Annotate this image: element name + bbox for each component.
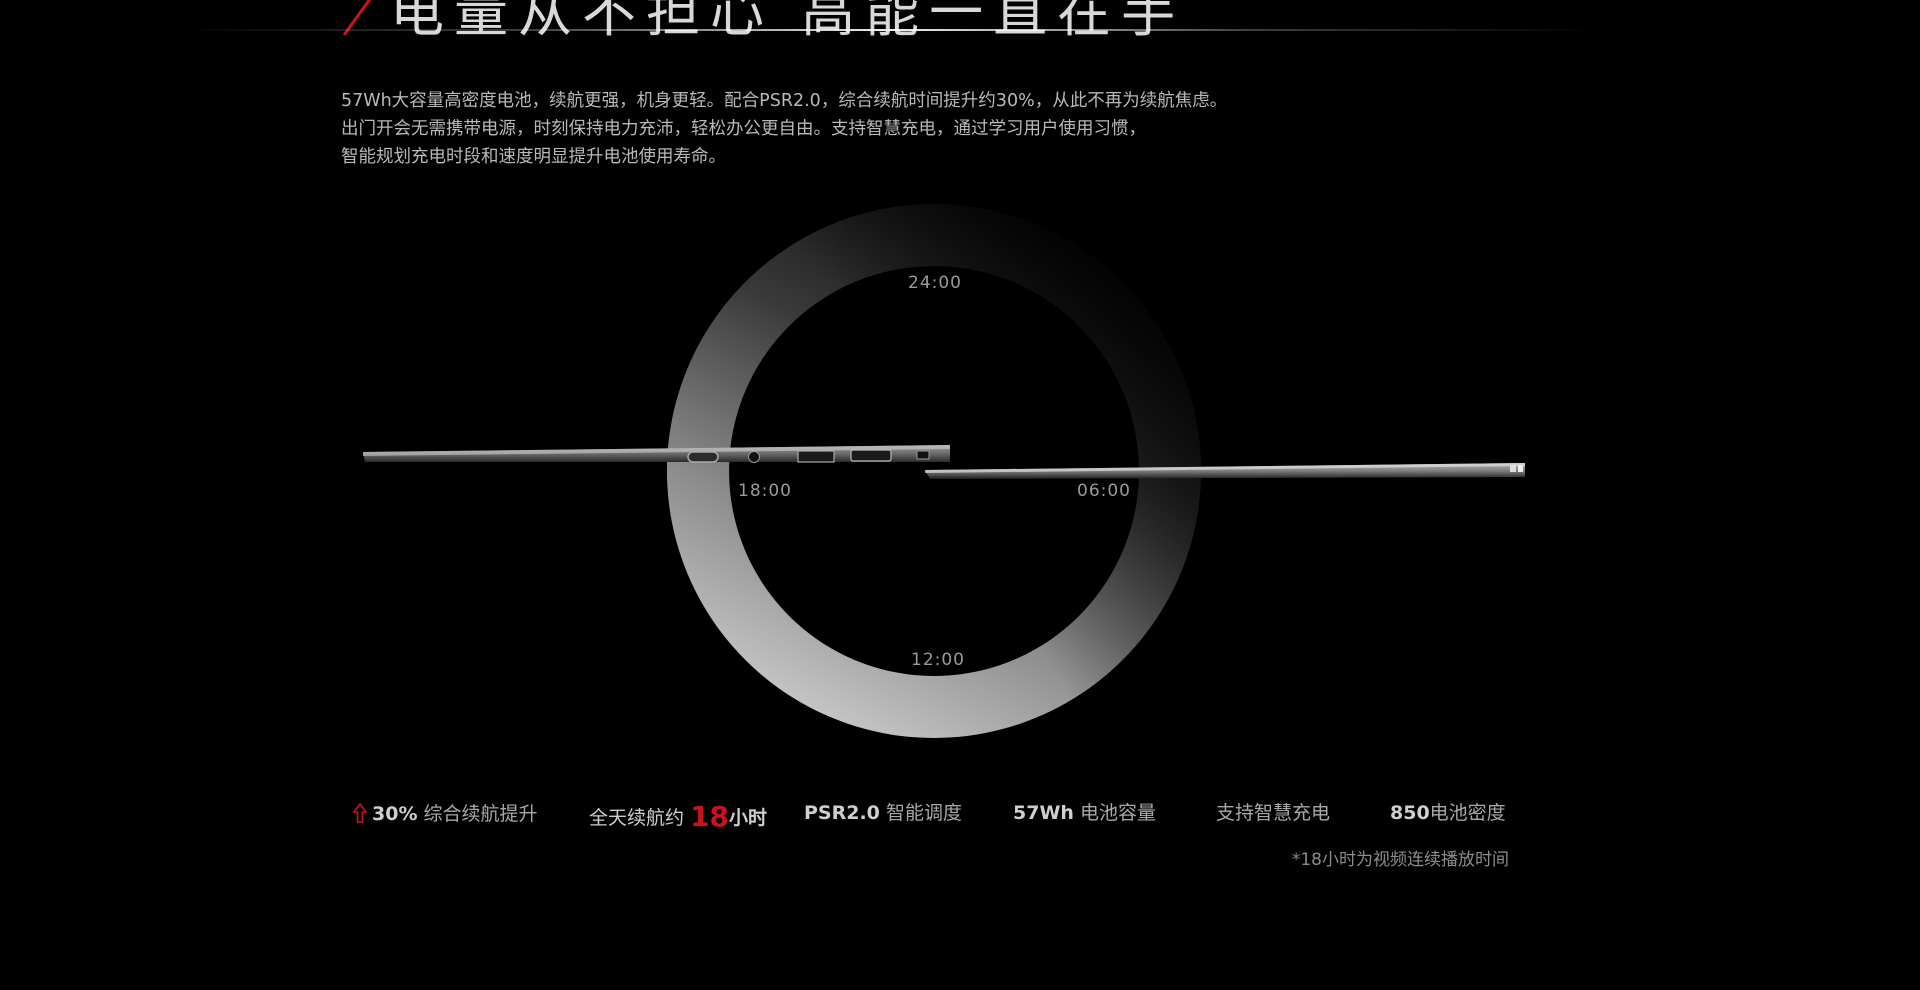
stat-all-day: 全天续航约 18小时 xyxy=(589,798,768,833)
stat-capacity-label: 电池容量 xyxy=(1079,802,1156,824)
ring-label-12: 12:00 xyxy=(911,650,965,670)
ring-label-24: 24:00 xyxy=(908,273,962,293)
stat-psr: PSR2.0 智能调度 xyxy=(804,798,962,825)
stat-battery-boost: 30% 综合续航提升 xyxy=(352,798,538,826)
laptop-base xyxy=(925,463,1525,479)
stat-psr-label: 智能调度 xyxy=(885,802,962,824)
battery-clock-ring xyxy=(363,204,1525,738)
laptop-lid xyxy=(363,445,950,463)
stat-all-day-prefix: 全天续航约 xyxy=(589,807,685,829)
stat-density: 850电池密度 xyxy=(1390,798,1506,825)
stat-density-label: 电池密度 xyxy=(1429,802,1506,824)
stat-battery-boost-label: 综合续航提升 xyxy=(423,803,538,825)
ring-label-18: 18:00 xyxy=(738,481,792,501)
stat-psr-value: PSR2.0 xyxy=(804,802,880,824)
up-arrow-icon xyxy=(352,802,368,824)
stat-smart-charge-label: 支持智慧充电 xyxy=(1216,802,1331,824)
stat-capacity-value: 57Wh xyxy=(1013,802,1074,824)
stat-smart-charge: 支持智慧充电 xyxy=(1216,798,1330,825)
footnote: *18小时为视频连续播放时间 xyxy=(1291,850,1509,870)
feature-stats: 30% 综合续航提升 全天续航约 18小时 PSR2.0 智能调度 57Wh 电… xyxy=(0,798,1920,838)
stat-all-day-unit: 小时 xyxy=(729,807,768,829)
ring-label-06: 06:00 xyxy=(1077,481,1131,501)
stat-density-value: 850 xyxy=(1390,802,1430,824)
stat-all-day-value: 18 xyxy=(690,800,730,833)
stat-capacity: 57Wh 电池容量 xyxy=(1013,798,1156,825)
stat-battery-boost-value: 30% xyxy=(372,803,418,825)
